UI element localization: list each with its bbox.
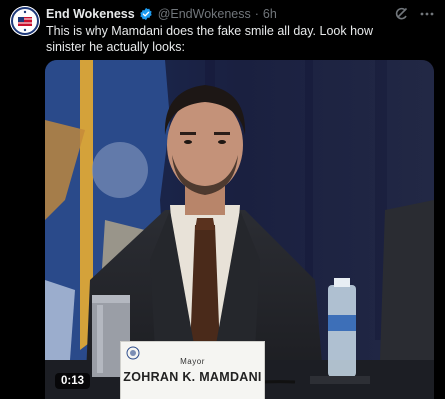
tweet-video[interactable]: Mayor ZOHRAN K. MAMDANI 0:13: [45, 60, 434, 399]
city-seal-icon: [126, 346, 140, 360]
separator-dot: ·: [254, 7, 259, 21]
tweet-header: End Wokeness @EndWokeness · 6h: [46, 6, 277, 22]
author-avatar[interactable]: [10, 6, 40, 36]
author-name[interactable]: End Wokeness: [46, 7, 135, 21]
tweet-text: This is why Mamdani does the fake smile …: [46, 24, 374, 54]
tweet[interactable]: End Wokeness @EndWokeness · 6h This is w: [0, 0, 445, 399]
author-handle[interactable]: @EndWokeness: [158, 7, 251, 21]
name-placard: Mayor ZOHRAN K. MAMDANI: [120, 341, 265, 399]
more-options-icon[interactable]: [419, 6, 435, 22]
placard-title: Mayor: [180, 357, 205, 366]
tweet-actions: [393, 6, 435, 22]
grok-icon[interactable]: [393, 6, 409, 22]
video-duration: 0:13: [55, 373, 91, 389]
placard-name: ZOHRAN K. MAMDANI: [123, 370, 262, 384]
tweet-timestamp[interactable]: 6h: [263, 7, 277, 21]
avatar-image: [10, 6, 40, 36]
verified-badge-icon: [139, 7, 153, 21]
